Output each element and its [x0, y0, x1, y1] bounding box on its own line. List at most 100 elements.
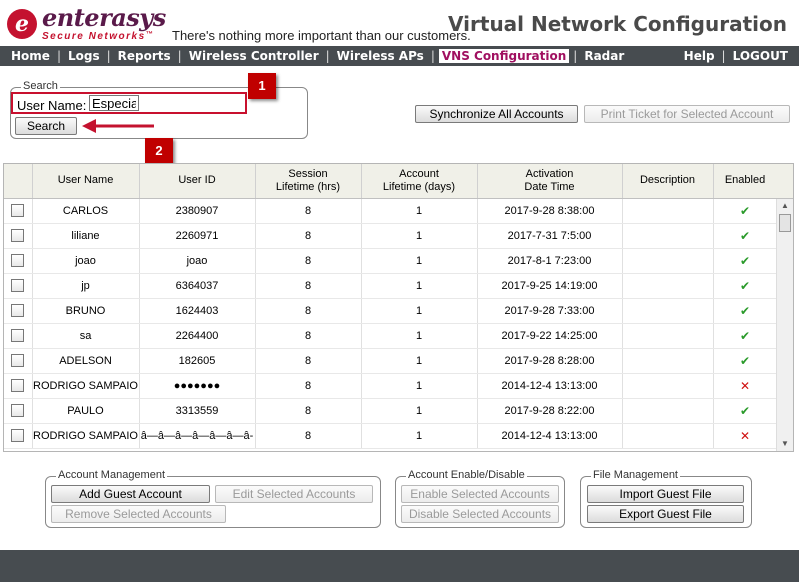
row-select-checkbox: [4, 248, 33, 274]
table-row[interactable]: PAULO 3313559 8 1 2017-9-28 8:22:00 ✔: [4, 398, 778, 424]
scroll-down-icon[interactable]: ▼: [777, 437, 793, 451]
header-user-name[interactable]: User Name: [32, 164, 140, 199]
nav-separator: |: [573, 49, 578, 63]
cell-user-name: ADELSON: [32, 348, 140, 374]
nav-separator: |: [430, 49, 435, 63]
cell-account-lifetime: 1: [361, 198, 478, 224]
edit-selected-accounts-button[interactable]: Edit Selected Accounts: [215, 485, 373, 503]
cell-user-id: 3313559: [139, 398, 256, 424]
search-highlight-frame: User Name:: [11, 92, 247, 114]
cell-user-name: RODRIGO SAMPAIO: [32, 423, 140, 449]
header-user-id[interactable]: User ID: [139, 164, 256, 199]
nav-separator: |: [106, 49, 111, 63]
cell-session-lifetime: 8: [255, 348, 362, 374]
row-select-checkbox: [4, 223, 33, 249]
scroll-up-icon[interactable]: ▲: [777, 199, 793, 213]
checkbox[interactable]: [11, 279, 25, 292]
table-row[interactable]: joao joao 8 1 2017-8-1 7:23:00 ✔: [4, 248, 778, 274]
cell-account-lifetime: 1: [361, 273, 478, 299]
import-guest-file-button[interactable]: Import Guest File: [587, 485, 744, 503]
header-account-lifetime[interactable]: Account Lifetime (days): [361, 164, 478, 199]
account-enable-legend: Account Enable/Disable: [406, 469, 527, 481]
guest-accounts-grid: User Name User ID Session Lifetime (hrs) …: [3, 163, 794, 452]
checkbox[interactable]: [11, 329, 25, 342]
cell-user-id: 2380907: [139, 198, 256, 224]
cell-user-name: BRUNO: [32, 298, 140, 324]
table-row[interactable]: liliane 2260971 8 1 2017-7-31 7:5:00 ✔: [4, 223, 778, 249]
cell-user-id: â—â—â—â—â—â—â-: [139, 423, 256, 449]
checkbox[interactable]: [11, 304, 25, 317]
add-guest-account-button[interactable]: Add Guest Account: [51, 485, 210, 503]
checkbox[interactable]: [11, 204, 25, 217]
cell-description: [622, 223, 714, 249]
cell-account-lifetime: 1: [361, 248, 478, 274]
cell-account-lifetime: 1: [361, 398, 478, 424]
nav-radar[interactable]: Radar: [581, 46, 627, 66]
table-row[interactable]: BRUNO 1624403 8 1 2017-9-28 7:33:00 ✔: [4, 298, 778, 324]
cell-enabled: ✔: [713, 248, 778, 274]
table-scrollbar[interactable]: ▲ ▼: [776, 199, 793, 451]
header-activation-date[interactable]: Activation Date Time: [477, 164, 623, 199]
cell-enabled: ✔: [713, 273, 778, 299]
table-row[interactable]: jp 6364037 8 1 2017-9-25 14:19:00 ✔: [4, 273, 778, 299]
cell-activation-date: 2017-8-1 7:23:00: [477, 248, 623, 274]
disable-selected-accounts-button[interactable]: Disable Selected Accounts: [401, 505, 559, 523]
table-header-row: User Name User ID Session Lifetime (hrs) …: [4, 164, 778, 199]
cell-activation-date: 2017-7-31 7:5:00: [477, 223, 623, 249]
enterasys-logo-icon: e: [7, 9, 37, 39]
checkbox[interactable]: [11, 404, 25, 417]
header-enabled[interactable]: Enabled: [713, 164, 778, 199]
nav-logs[interactable]: Logs: [65, 46, 103, 66]
nav-right-group: Help | LOGOUT: [681, 46, 791, 66]
row-select-checkbox: [4, 423, 33, 449]
synchronize-accounts-button[interactable]: Synchronize All Accounts: [415, 105, 578, 123]
user-name-search-input[interactable]: [89, 95, 139, 111]
remove-selected-accounts-button[interactable]: Remove Selected Accounts: [51, 505, 226, 523]
checkbox[interactable]: [11, 354, 25, 367]
header-description[interactable]: Description: [622, 164, 714, 199]
cell-session-lifetime: 8: [255, 398, 362, 424]
export-guest-file-button[interactable]: Export Guest File: [587, 505, 744, 523]
checkbox[interactable]: [11, 379, 25, 392]
callout-arrow-icon: [82, 119, 154, 133]
cell-enabled: ✔: [713, 298, 778, 324]
row-select-checkbox: [4, 298, 33, 324]
app-header: e enterasys Secure Networks™ There's not…: [0, 0, 799, 46]
nav-help[interactable]: Help: [681, 46, 718, 66]
scroll-thumb[interactable]: [779, 214, 791, 232]
cell-user-id: 2264400: [139, 323, 256, 349]
table-row[interactable]: ADELSON 182605 8 1 2017-9-28 8:28:00 ✔: [4, 348, 778, 374]
cell-user-id: 1624403: [139, 298, 256, 324]
cell-activation-date: 2014-12-4 13:13:00: [477, 373, 623, 399]
main-nav: Home | Logs | Reports | Wireless Controller | Wi…: [0, 46, 799, 66]
enable-selected-accounts-button[interactable]: Enable Selected Accounts: [401, 485, 559, 503]
checkbox[interactable]: [11, 229, 25, 242]
table-row[interactable]: RODRIGO SAMPAIO â—â—â—â—â—â—â- 8 1 2014-12-4…: [4, 423, 778, 449]
cell-description: [622, 298, 714, 324]
enabled-check-icon: ✔: [739, 203, 751, 218]
cell-user-name: sa: [32, 323, 140, 349]
table-row[interactable]: sa 2264400 8 1 2017-9-22 14:25:00 ✔: [4, 323, 778, 349]
nav-wireless-controller[interactable]: Wireless Controller: [186, 46, 322, 66]
checkbox[interactable]: [11, 254, 25, 267]
nav-wireless-aps[interactable]: Wireless APs: [334, 46, 427, 66]
row-select-checkbox: [4, 348, 33, 374]
table-row[interactable]: RODRIGO SAMPAIO ●●●●●●● 8 1 2014-12-4 13:13:…: [4, 373, 778, 399]
cell-enabled: ✕: [713, 373, 778, 399]
print-ticket-button[interactable]: Print Ticket for Selected Account: [584, 105, 790, 123]
table-row[interactable]: CARLOS 2380907 8 1 2017-9-28 8:38:00 ✔: [4, 198, 778, 224]
cell-account-lifetime: 1: [361, 348, 478, 374]
cell-enabled: ✔: [713, 398, 778, 424]
nav-logout[interactable]: LOGOUT: [730, 46, 791, 66]
brand-subtitle: Secure Networks™: [42, 31, 155, 42]
nav-reports[interactable]: Reports: [115, 46, 174, 66]
enabled-check-icon: ✔: [739, 328, 751, 343]
search-legend: Search: [21, 80, 60, 92]
header-session-lifetime[interactable]: Session Lifetime (hrs): [255, 164, 362, 199]
search-button[interactable]: Search: [15, 117, 77, 135]
nav-vns-configuration[interactable]: VNS Configuration: [438, 49, 570, 63]
row-select-checkbox: [4, 398, 33, 424]
nav-home[interactable]: Home: [8, 46, 53, 66]
checkbox[interactable]: [11, 429, 25, 442]
cell-user-id: ●●●●●●●: [139, 373, 256, 399]
